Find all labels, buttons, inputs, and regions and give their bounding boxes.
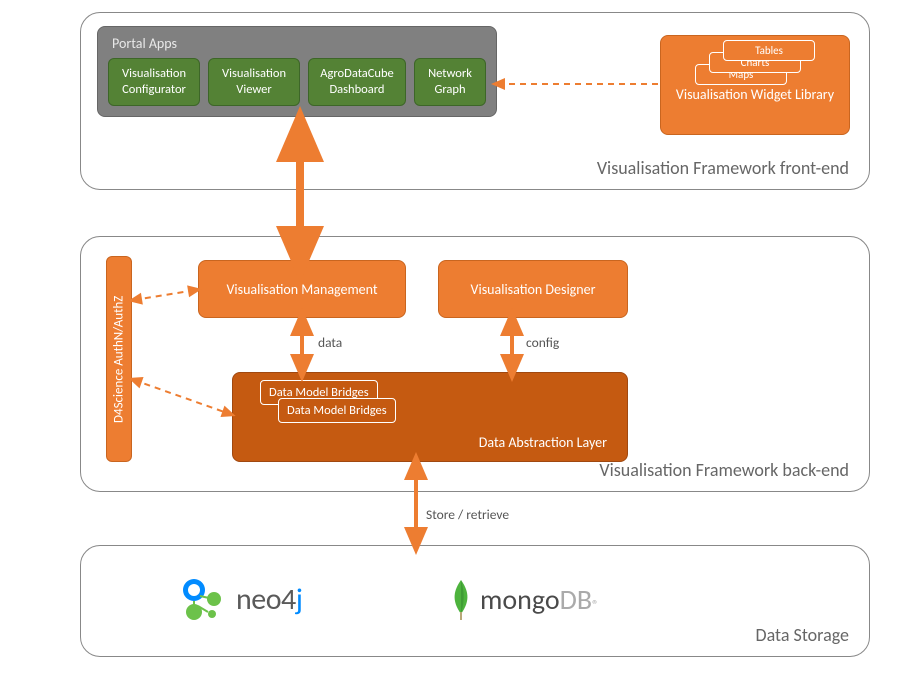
app-network-graph: Network Graph: [414, 58, 486, 106]
authz-box: D4Science AuthN/AuthZ: [106, 256, 132, 462]
portal-apps-container: Portal Apps Visualisation Configurator V…: [97, 26, 497, 117]
label-data: data: [318, 334, 342, 351]
neo4j-text: neo4j: [236, 581, 302, 618]
widget-stack: Maps Charts Tables: [695, 40, 835, 90]
app-viewer: Visualisation Viewer: [208, 58, 300, 106]
portal-apps-label: Portal Apps: [112, 35, 486, 52]
mongo-leaf-icon: [450, 578, 472, 620]
frontend-label: Visualisation Framework front-end: [597, 157, 849, 179]
bridge-card-2: Data Model Bridges: [278, 398, 396, 423]
neo4j-logo: neo4j: [180, 576, 302, 622]
mongo-logo: mongoDB®: [450, 578, 599, 620]
label-config: config: [526, 334, 559, 351]
app-agrodatacube: AgroDataCube Dashboard: [308, 58, 406, 106]
neo4j-icon: [180, 576, 226, 622]
backend-label: Visualisation Framework back-end: [599, 459, 849, 481]
label-store: Store / retrieve: [426, 506, 509, 523]
dal-label: Data Abstraction Layer: [479, 434, 607, 451]
vis-designer-box: Visualisation Designer: [438, 260, 628, 318]
vis-management-box: Visualisation Management: [198, 260, 406, 318]
apps-row: Visualisation Configurator Visualisation…: [108, 58, 486, 106]
app-configurator: Visualisation Configurator: [108, 58, 200, 106]
storage-label: Data Storage: [756, 624, 849, 646]
mongo-text: mongoDB®: [480, 582, 599, 617]
widget-card-tables: Tables: [723, 40, 815, 61]
